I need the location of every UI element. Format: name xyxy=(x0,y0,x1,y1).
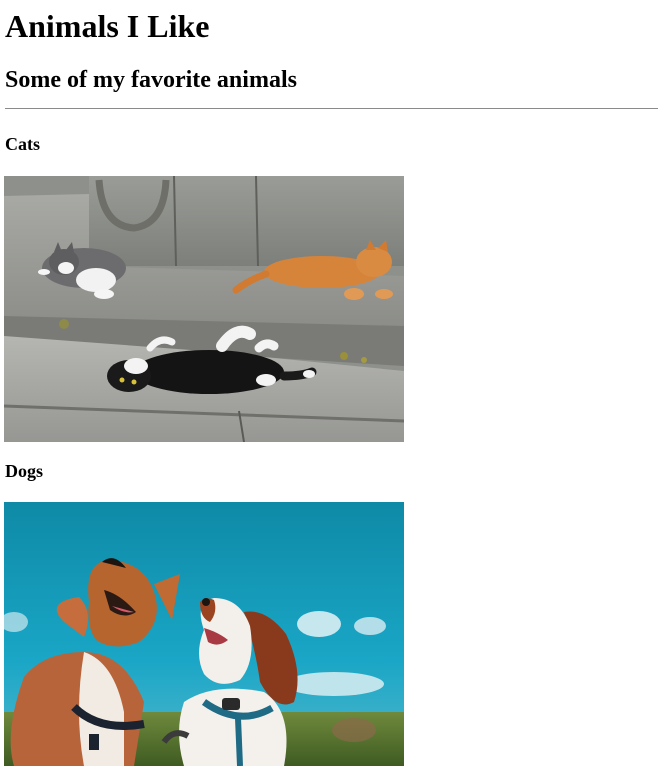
cats-photo xyxy=(4,176,404,442)
section-heading-dogs: Dogs xyxy=(5,461,44,481)
section-heading-cats: Cats xyxy=(5,134,40,154)
divider xyxy=(5,108,658,109)
page-subtitle: Some of my favorite animals xyxy=(5,67,297,93)
dogs-photo xyxy=(4,502,404,766)
page-title: Animals I Like xyxy=(5,8,210,44)
